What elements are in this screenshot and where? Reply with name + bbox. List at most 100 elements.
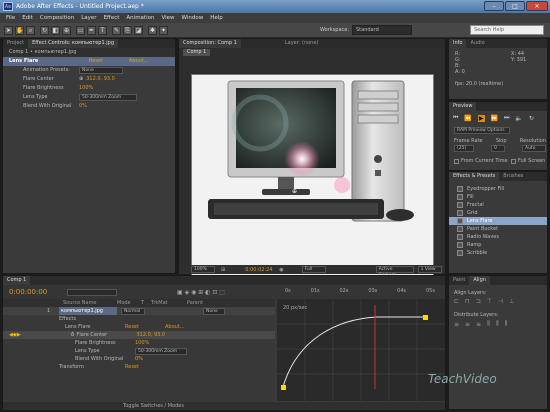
minimize-button[interactable]: – (484, 1, 504, 11)
menu-layer[interactable]: Layer (81, 13, 96, 23)
table-row[interactable]: Transform Reset (3, 363, 275, 371)
prop-value[interactable]: 0% (79, 102, 87, 111)
menu-window[interactable]: Window (182, 13, 204, 23)
first-frame-icon[interactable]: ⏮ (453, 114, 458, 122)
tab-composition[interactable]: Composition: Comp 1 (179, 39, 241, 48)
menu-view[interactable]: View (161, 13, 174, 23)
zoom-select[interactable]: 100% (191, 266, 215, 273)
loop-icon[interactable]: ↻ (529, 115, 534, 122)
list-item[interactable]: Eyedropper Fill (449, 185, 547, 193)
workspace-select[interactable]: Standard (352, 25, 412, 35)
audio-icon[interactable]: 🔈 (515, 115, 522, 122)
play-icon[interactable]: ▶ (477, 114, 485, 122)
tab-align[interactable]: Align (469, 276, 490, 285)
table-row[interactable]: Effects (3, 315, 275, 323)
table-row[interactable]: Blend With Original 0% (3, 355, 275, 363)
align-hcenter-icon[interactable]: ⊓ (465, 298, 470, 305)
about-link[interactable]: About... (129, 57, 149, 66)
menu-file[interactable]: File (6, 13, 15, 23)
list-item[interactable]: Radio Waves (449, 233, 547, 241)
prop-value[interactable]: 312.0, 93.0 (86, 75, 115, 84)
align-vcenter-icon[interactable]: ⊣ (498, 298, 503, 305)
animation-presets-select[interactable]: None (79, 67, 123, 74)
distribute-vcenter-icon[interactable]: ≡ (465, 321, 470, 328)
table-row[interactable]: 1 компьютер1.jpg Normal None (3, 307, 275, 315)
roto-tool-icon[interactable]: ✱ (148, 26, 157, 35)
resolution-select[interactable]: Auto (522, 145, 546, 152)
selection-tool-icon[interactable]: ➤ (4, 26, 13, 35)
menu-animation[interactable]: Animation (126, 13, 154, 23)
about-link[interactable]: About... (165, 323, 185, 331)
menu-edit[interactable]: Edit (22, 13, 33, 23)
toggle-switches-modes[interactable]: Toggle Switches / Modes (123, 403, 184, 409)
list-item[interactable]: Grid (449, 209, 547, 217)
timeline-search-input[interactable] (67, 288, 117, 296)
camera-tool-icon[interactable]: ◧ (51, 26, 60, 35)
next-frame-icon[interactable]: ⏩ (491, 115, 498, 122)
tab-project[interactable]: Project (3, 39, 28, 48)
tab-timeline-comp[interactable]: Comp 1 (3, 276, 31, 285)
list-item[interactable]: Scribble (449, 249, 547, 257)
layer-name[interactable]: компьютер1.jpg (59, 307, 117, 315)
table-row[interactable]: ◀◆▶ ⏱ Flare Center 312.0, 93.0 (3, 331, 275, 339)
list-item[interactable]: Ramp (449, 241, 547, 249)
tab-effect-controls[interactable]: Effect Controls: компьютер1.jpg (28, 39, 118, 48)
menu-help[interactable]: Help (210, 13, 223, 23)
distribute-left-icon[interactable]: ⫼ (487, 320, 490, 328)
tab-brushes[interactable]: Brushes (499, 172, 527, 181)
distribute-hcenter-icon[interactable]: ⫼ (496, 320, 499, 328)
comp-timecode[interactable]: 0:00:02:24 (245, 267, 279, 273)
comp-viewer[interactable]: Comp 1 ⊕ (179, 48, 445, 281)
crosshair-icon[interactable]: ⊕ (79, 75, 83, 84)
align-left-icon[interactable]: ⊏ (454, 298, 459, 305)
stopwatch-icon[interactable]: ⏱ (71, 331, 75, 339)
effect-row-lens-flare[interactable]: Lens Flare Reset About... (3, 57, 175, 66)
grid-icon[interactable]: ⊞ (221, 267, 225, 273)
lens-type-select[interactable]: 50-300mm Zoom (79, 94, 137, 101)
pan-behind-tool-icon[interactable]: ⊕ (62, 26, 71, 35)
tab-preview[interactable]: Preview (449, 102, 477, 111)
graph-editor[interactable]: 20 px/sec (277, 299, 445, 401)
camera-select[interactable]: Active Camera (375, 266, 414, 278)
brush-tool-icon[interactable]: ✎ (112, 26, 121, 35)
search-help-input[interactable]: Search Help (470, 25, 544, 35)
list-item[interactable]: Paint Bucket (449, 225, 547, 233)
ram-preview-options-select[interactable]: RAM Preview Options (454, 127, 510, 134)
graph-editor-icon[interactable]: ▣ ◈ ◉ ⊞ ◐ ⊡ ⬚ (177, 289, 225, 296)
align-top-icon[interactable]: ⊤ (487, 298, 492, 305)
resolution-select[interactable]: Full (301, 266, 326, 273)
table-row[interactable]: Flare Brightness 100% (3, 339, 275, 347)
reset-link[interactable]: Reset (89, 57, 129, 66)
menu-effect[interactable]: Effect (104, 13, 120, 23)
hand-tool-icon[interactable]: ✋ (15, 26, 24, 35)
puppet-tool-icon[interactable]: ✦ (159, 26, 168, 35)
keyframe-nav-icon[interactable]: ◀◆▶ (9, 331, 21, 339)
layer-mode-select[interactable]: Normal (121, 307, 145, 315)
list-item[interactable]: Fractal (449, 201, 547, 209)
align-right-icon[interactable]: ⊐ (476, 298, 481, 305)
type-tool-icon[interactable]: T (98, 26, 107, 35)
comp-frame[interactable]: ⊕ (191, 74, 434, 281)
distribute-right-icon[interactable]: ⫼ (505, 320, 508, 328)
table-row[interactable]: Lens Type 50-300mm Zoom (3, 347, 275, 355)
clone-tool-icon[interactable]: ⎘ (123, 26, 132, 35)
list-item[interactable]: Fill (449, 193, 547, 201)
align-bottom-icon[interactable]: ⊥ (509, 298, 514, 305)
parent-select[interactable]: None (203, 307, 225, 315)
zoom-tool-icon[interactable]: ⌕ (26, 26, 35, 35)
rectangle-tool-icon[interactable]: ▭ (76, 26, 85, 35)
tab-effects-presets[interactable]: Effects & Presets (449, 172, 500, 181)
distribute-bottom-icon[interactable]: ≡ (476, 321, 481, 328)
views-select[interactable]: 1 View (417, 266, 442, 273)
from-current-checkbox[interactable] (454, 158, 459, 164)
prev-frame-icon[interactable]: ⏪ (464, 115, 471, 122)
timeline-timecode[interactable]: 0:00:00:00 (9, 288, 59, 296)
full-screen-checkbox[interactable] (511, 158, 516, 164)
distribute-top-icon[interactable]: ≡ (454, 321, 459, 328)
tab-info[interactable]: Info (449, 39, 467, 48)
skip-input[interactable]: 0 (491, 145, 505, 152)
tab-paint[interactable]: Paint (449, 276, 469, 285)
tab-layer[interactable]: Layer: (none) (281, 39, 323, 48)
time-ruler[interactable]: 0s 01s 02s 03s 04s 05s (285, 288, 435, 294)
comp-sub-tab[interactable]: Comp 1 (183, 49, 211, 56)
